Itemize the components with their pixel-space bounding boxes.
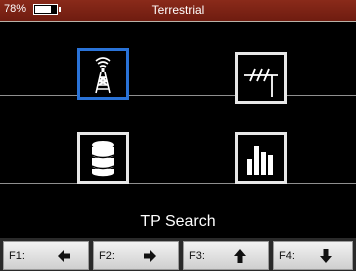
bar-chart-icon	[247, 146, 273, 175]
menu-item-antenna-tower[interactable]	[77, 48, 129, 100]
database-icon	[91, 141, 115, 177]
arrow-left-icon	[58, 250, 70, 262]
page-title: Terrestrial	[151, 3, 205, 17]
device-screen: 78% Terrestrial TP Search F1: F2: F3: F4…	[0, 0, 356, 271]
antenna-tower-icon	[95, 57, 111, 94]
f2-key[interactable]: F2:	[93, 241, 179, 270]
antenna-icon	[244, 68, 278, 97]
f1-label: F1:	[9, 250, 25, 262]
f3-label: F3:	[189, 250, 205, 262]
f3-key[interactable]: F3:	[183, 241, 269, 270]
divider-line	[0, 183, 356, 184]
divider-line	[0, 95, 356, 96]
f4-label: F4:	[279, 250, 295, 262]
menu-item-bar-graph[interactable]	[235, 132, 287, 184]
f2-label: F2:	[99, 250, 115, 262]
menu-item-antenna[interactable]	[235, 52, 287, 104]
f4-key[interactable]: F4:	[273, 241, 353, 270]
arrow-right-icon	[144, 250, 156, 262]
selected-item-label: TP Search	[140, 213, 216, 230]
f1-key[interactable]: F1:	[3, 241, 89, 270]
arrow-up-icon	[234, 249, 246, 263]
status-bar: 78% Terrestrial	[0, 0, 356, 22]
arrow-down-icon	[320, 249, 332, 263]
menu-item-database[interactable]	[77, 132, 129, 184]
